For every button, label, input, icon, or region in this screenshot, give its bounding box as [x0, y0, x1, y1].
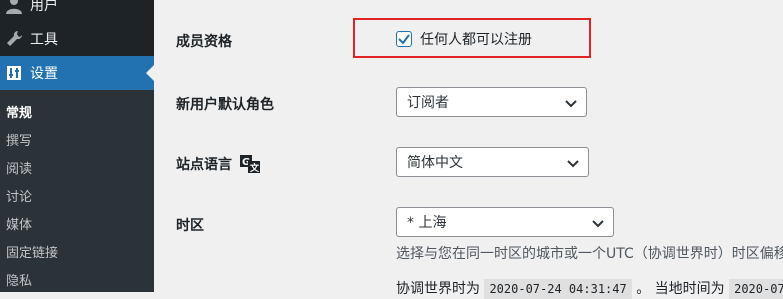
utc-time: 2020-07-24 04:31:47: [484, 279, 632, 299]
chevron-down-icon: [592, 220, 604, 228]
site-language-value: 简体中文: [407, 155, 463, 171]
timezone-description: 选择与您在同一时区的城市或一个UTC（协调世界时）时区偏移: [396, 246, 783, 262]
timezone-times: 协调世界时为 2020-07-24 04:31:47 。 当地时间为 2020-…: [396, 278, 783, 299]
timezone-value: * 上海: [407, 215, 447, 231]
timezone-select[interactable]: * 上海: [396, 207, 614, 237]
menu-item-settings[interactable]: 设置: [0, 56, 154, 90]
membership-checkbox-label[interactable]: 任何人都可以注册: [420, 29, 532, 49]
membership-label: 成员资格: [176, 34, 232, 50]
local-time: 2020-07-2: [729, 279, 783, 299]
submenu-discussion[interactable]: 讨论: [6, 181, 32, 209]
svg-text:文: 文: [249, 162, 260, 173]
submenu-privacy[interactable]: 隐私: [6, 265, 32, 293]
submenu-general[interactable]: 常规: [6, 97, 32, 125]
checkmark-icon: [398, 34, 410, 45]
submenu-media[interactable]: 媒体: [6, 209, 32, 237]
site-language-label: 站点语言 G文: [176, 154, 260, 174]
timezone-label: 时区: [176, 218, 204, 234]
menu-item-label: 设置: [30, 66, 58, 82]
utc-prefix: 协调世界时为: [396, 281, 480, 297]
translate-icon: G文: [240, 155, 260, 173]
settings-submenu: 常规 撰写 阅读 讨论 媒体 固定链接 隐私: [0, 90, 154, 292]
membership-checkbox[interactable]: [396, 31, 412, 47]
default-role-select[interactable]: 订阅者: [396, 87, 587, 117]
wrench-icon: [4, 30, 24, 48]
local-prefix: 。 当地时间为: [636, 281, 725, 297]
menu-item-tools[interactable]: 工具: [0, 22, 154, 56]
default-role-value: 订阅者: [407, 95, 449, 111]
site-language-label-text: 站点语言: [176, 157, 232, 173]
menu-item-label: 用户: [30, 0, 58, 14]
menu-item-users[interactable]: 用户: [0, 0, 154, 22]
chevron-down-icon: [565, 100, 577, 108]
site-language-select[interactable]: 简体中文: [396, 147, 589, 177]
submenu-reading[interactable]: 阅读: [6, 153, 32, 181]
menu-item-label: 工具: [30, 32, 58, 48]
submenu-permalinks[interactable]: 固定链接: [6, 237, 58, 265]
submenu-writing[interactable]: 撰写: [6, 125, 32, 153]
admin-sidebar: 用户 工具 设置 常规 撰写 阅读 讨论 媒体 固定链接 隐私: [0, 0, 154, 292]
settings-form: 成员资格 任何人都可以注册 新用户默认角色 订阅者 站点语言 G文 简体中文 时…: [154, 0, 783, 299]
default-role-label: 新用户默认角色: [176, 97, 274, 113]
settings-icon: [4, 64, 24, 82]
user-icon: [4, 0, 24, 14]
chevron-down-icon: [567, 160, 579, 168]
